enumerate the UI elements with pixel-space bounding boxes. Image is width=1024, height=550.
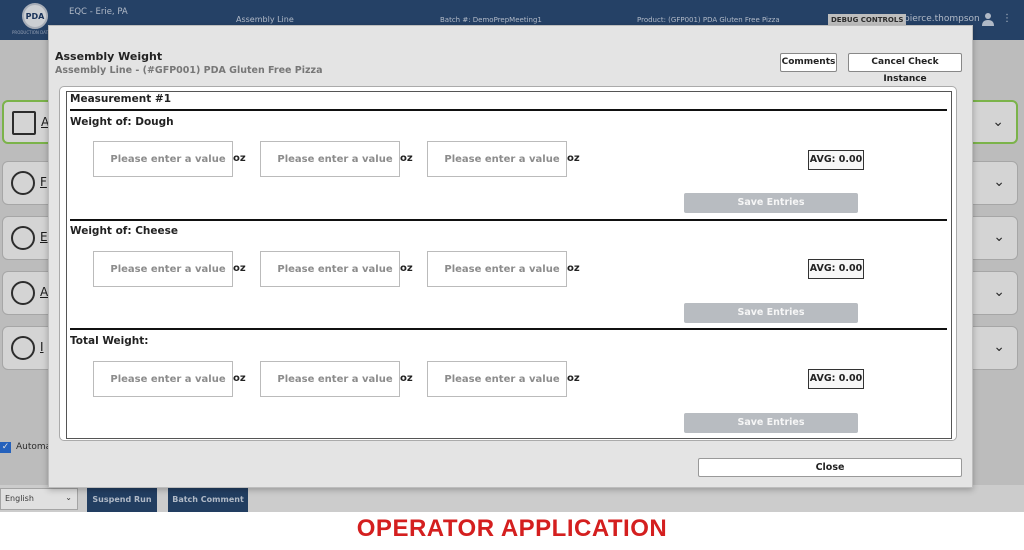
unit-label: oz [400,373,413,384]
cancel-check-instance-button[interactable]: Cancel Check Instance [848,53,962,84]
close-button[interactable]: Close [698,458,962,477]
unit-label: oz [400,263,413,274]
cheese-weight-input-3[interactable] [427,251,567,287]
total-weight-input-1[interactable] [93,361,233,397]
dialog-title: Assembly Weight [55,50,163,63]
unit-label: oz [233,153,246,164]
section-title: Total Weight: [70,335,149,347]
unit-label: oz [567,153,580,164]
section-title: Weight of: Dough [70,116,174,128]
average-display: AVG: 0.00 [808,369,864,389]
save-entries-button[interactable]: Save Entries [684,193,858,213]
unit-label: oz [567,373,580,384]
section-divider [70,328,947,330]
unit-label: oz [567,263,580,274]
average-display: AVG: 0.00 [808,259,864,279]
comments-button[interactable]: Comments [780,53,837,72]
average-display: AVG: 0.00 [808,150,864,170]
total-weight-input-2[interactable] [260,361,400,397]
assembly-weight-dialog: Assembly Weight Assembly Line - (#GFP001… [48,25,973,488]
dough-weight-input-2[interactable] [260,141,400,177]
unit-label: oz [233,263,246,274]
dialog-subtitle: Assembly Line - (#GFP001) PDA Gluten Fre… [55,65,323,76]
save-entries-button[interactable]: Save Entries [684,413,858,433]
cheese-weight-input-2[interactable] [260,251,400,287]
unit-label: oz [400,153,413,164]
cheese-weight-input-1[interactable] [93,251,233,287]
section-divider [70,219,947,221]
save-entries-button[interactable]: Save Entries [684,303,858,323]
dough-weight-input-1[interactable] [93,141,233,177]
operator-app: PDA PRODUCTION DATA EQC - Erie, PA Assem… [0,0,1024,512]
dough-weight-input-3[interactable] [427,141,567,177]
section-title: Weight of: Cheese [70,225,179,237]
section-divider [70,109,947,111]
total-weight-input-3[interactable] [427,361,567,397]
caption-title: OPERATOR APPLICATION [356,515,668,542]
measurement-title: Measurement #1 [70,93,171,105]
unit-label: oz [233,373,246,384]
